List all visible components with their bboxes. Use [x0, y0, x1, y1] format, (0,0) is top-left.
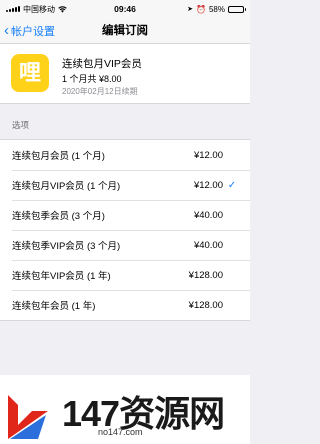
option-price: ¥40.00 [193, 209, 223, 221]
option-price: ¥12.00 [193, 179, 223, 191]
status-right: ➤ ⏰ 58% [187, 4, 246, 14]
wifi-icon [58, 5, 67, 13]
option-row[interactable]: 连续包年VIP会员 (1 年) ¥128.00 [0, 260, 250, 290]
option-name: 连续包年VIP会员 (1 年) [12, 271, 111, 282]
option-row[interactable]: 连续包月会员 (1 个月) ¥12.00 [0, 140, 250, 170]
status-bar: 中国移动 09:46 ➤ ⏰ 58% [0, 0, 250, 18]
status-left: 中国移动 [6, 4, 67, 15]
navigation-bar: ‹ 帐户设置 编辑订阅 [0, 18, 250, 44]
option-row[interactable]: 连续包年会员 (1 年) ¥128.00 [0, 290, 250, 320]
option-row[interactable]: 连续包季会员 (3 个月) ¥40.00 [0, 200, 250, 230]
checkmark-icon: ✓ [227, 179, 237, 191]
location-icon: ➤ [187, 6, 194, 13]
signal-icon [6, 6, 20, 12]
option-name: 连续包季会员 (3 个月) [12, 211, 105, 222]
option-price: ¥40.00 [193, 239, 223, 251]
subscription-title: 连续包月VIP会员 [62, 58, 142, 70]
watermark-area: 147资源网 no147.com [0, 375, 250, 444]
watermark-logo-icon [8, 395, 48, 439]
option-row[interactable]: 连续包季VIP会员 (3 个月) ¥40.00 [0, 230, 250, 260]
subscription-card: 哩 连续包月VIP会员 1 个月共 ¥8.00 2020年02月12日续期 [0, 44, 250, 104]
option-price: ¥128.00 [188, 269, 223, 281]
option-price: ¥12.00 [193, 149, 223, 161]
option-name: 连续包月会员 (1 个月) [12, 151, 105, 162]
battery-percent: 58% [208, 4, 225, 14]
back-button-label: 帐户设置 [11, 26, 55, 38]
subscription-price: 1 个月共 ¥8.00 [62, 74, 122, 84]
option-price: ¥128.00 [188, 299, 223, 311]
app-icon: 哩 [11, 54, 49, 92]
option-row[interactable]: 连续包月VIP会员 (1 个月) ¥12.00 ✓ [0, 170, 250, 200]
battery-icon [228, 5, 246, 13]
option-name: 连续包季VIP会员 (3 个月) [12, 241, 121, 252]
app-icon-glyph: 哩 [18, 60, 41, 85]
chevron-left-icon: ‹ [4, 21, 9, 39]
back-button[interactable]: ‹ 帐户设置 [4, 18, 55, 44]
renewal-date: 2020年02月12日续期 [62, 87, 138, 96]
options-list: 连续包月会员 (1 个月) ¥12.00 连续包月VIP会员 (1 个月) ¥1… [0, 139, 250, 321]
option-name: 连续包年会员 (1 年) [12, 301, 96, 312]
watermark-text: 147资源网 [62, 393, 225, 434]
alarm-icon: ⏰ [196, 4, 206, 14]
watermark-url: no147.com [98, 427, 143, 437]
options-section-header: 选项 [12, 120, 30, 130]
carrier-label: 中国移动 [23, 4, 55, 14]
option-name: 连续包月VIP会员 (1 个月) [12, 181, 121, 192]
